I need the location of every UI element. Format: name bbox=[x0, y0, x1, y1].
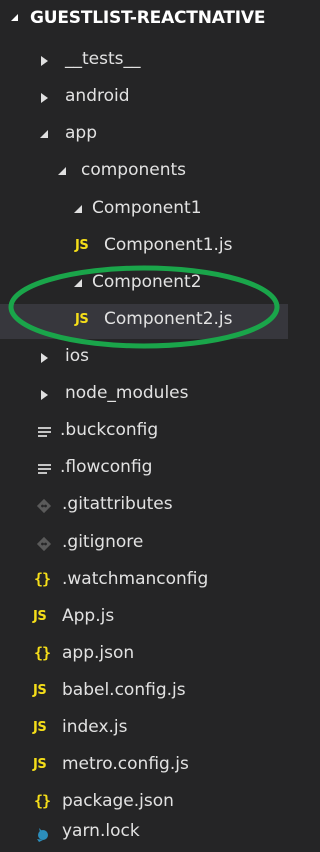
config-file-icon bbox=[36, 415, 62, 450]
tree-item-node-modules-folder[interactable]: node_modules bbox=[0, 378, 288, 413]
tree-item-watchmanconfig[interactable]: .watchmanconfig bbox=[0, 564, 288, 599]
js-file-icon bbox=[33, 712, 59, 747]
chevron-down-icon bbox=[11, 14, 18, 21]
tree-item-label: app.json bbox=[62, 643, 135, 663]
tree-item-label: .gitattributes bbox=[62, 494, 173, 514]
chevron-right-icon bbox=[37, 44, 53, 79]
tree-item-label: .flowconfig bbox=[60, 457, 153, 477]
tree-item-components-folder[interactable]: components bbox=[0, 155, 288, 190]
tree-item-label: babel.config.js bbox=[62, 680, 186, 700]
tree-item-label: index.js bbox=[62, 717, 128, 737]
tree-item-label: __tests__ bbox=[65, 49, 141, 69]
chevron-right-icon bbox=[37, 378, 53, 413]
tree-item-component1-folder[interactable]: Component1 bbox=[0, 193, 288, 228]
chevron-down-icon bbox=[71, 193, 87, 228]
tree-item-metro-config-js[interactable]: metro.config.js bbox=[0, 749, 288, 784]
js-file-icon bbox=[33, 675, 59, 710]
tree-item-label: android bbox=[65, 86, 130, 106]
tree-item-yarn-lock[interactable]: yarn.lock bbox=[0, 816, 288, 851]
json-file-icon bbox=[33, 564, 59, 599]
tree-item-app-json[interactable]: app.json bbox=[0, 638, 288, 673]
root-folder-title: GUESTLIST-REACTNATIVE bbox=[30, 8, 266, 28]
tree-item-label: Component1 bbox=[92, 198, 202, 218]
tree-item-label: Component1.js bbox=[104, 235, 233, 255]
chevron-down-icon bbox=[37, 118, 53, 153]
tree-item-gitattributes[interactable]: .gitattributes bbox=[0, 489, 288, 524]
tree-item-index-js[interactable]: index.js bbox=[0, 712, 288, 747]
tree-item-buckconfig[interactable]: .buckconfig bbox=[0, 415, 288, 450]
tree-item-app-folder[interactable]: app bbox=[0, 118, 288, 153]
chevron-right-icon bbox=[37, 81, 53, 116]
tree-item-label: components bbox=[81, 160, 187, 180]
config-file-icon bbox=[36, 452, 62, 487]
js-file-icon bbox=[75, 230, 101, 265]
tree-item-label: App.js bbox=[62, 606, 115, 626]
yarn-file-icon bbox=[34, 816, 60, 851]
tree-item-flowconfig[interactable]: .flowconfig bbox=[0, 452, 288, 487]
git-file-icon bbox=[36, 489, 62, 524]
tree-item-label: .gitignore bbox=[62, 532, 144, 552]
tree-item-label: package.json bbox=[62, 791, 174, 811]
tree-item-android-folder[interactable]: android bbox=[0, 81, 288, 116]
git-file-icon bbox=[36, 527, 62, 562]
json-file-icon bbox=[33, 638, 59, 673]
tree-item-babel-config-js[interactable]: babel.config.js bbox=[0, 675, 288, 710]
explorer-root-header[interactable]: GUESTLIST-REACTNATIVE bbox=[0, 0, 288, 44]
tree-item-label: yarn.lock bbox=[62, 821, 140, 841]
tree-item-tests-folder[interactable]: __tests__ bbox=[0, 44, 288, 79]
tree-item-label: app bbox=[65, 123, 97, 143]
file-explorer: GUESTLIST-REACTNATIVE __tests__ android … bbox=[0, 0, 288, 852]
tree-item-app-js[interactable]: App.js bbox=[0, 601, 288, 636]
tree-item-label: node_modules bbox=[65, 383, 189, 403]
tree-item-label: .watchmanconfig bbox=[62, 569, 209, 589]
tree-item-label: metro.config.js bbox=[62, 754, 189, 774]
tree-item-component1-js[interactable]: Component1.js bbox=[0, 230, 288, 265]
js-file-icon bbox=[33, 749, 59, 784]
tree-item-gitignore[interactable]: .gitignore bbox=[0, 527, 288, 562]
tree-item-label: .buckconfig bbox=[60, 420, 159, 440]
js-file-icon bbox=[33, 601, 59, 636]
highlight-ellipse bbox=[8, 265, 280, 349]
chevron-down-icon bbox=[55, 155, 71, 190]
